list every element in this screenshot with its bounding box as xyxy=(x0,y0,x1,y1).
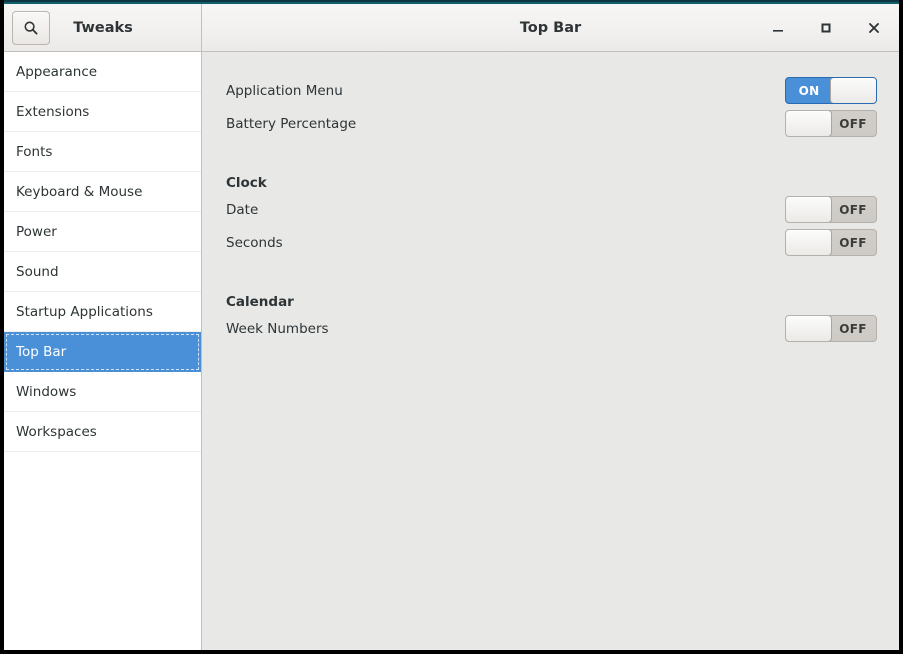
week-numbers-toggle[interactable]: OFF xyxy=(785,315,877,342)
sidebar-item-label: Power xyxy=(16,223,57,240)
sidebar-item-label: Keyboard & Mouse xyxy=(16,183,143,200)
content-area: Application Menu ON Battery Percentage O… xyxy=(202,52,899,650)
setting-control: OFF xyxy=(785,110,877,137)
sidebar-item-label: Startup Applications xyxy=(16,303,153,320)
application-menu-toggle[interactable]: ON xyxy=(785,77,877,104)
toggle-knob xyxy=(786,230,832,255)
sidebar-item-appearance[interactable]: Appearance xyxy=(4,52,201,92)
header-bar-left: Tweaks xyxy=(4,4,202,51)
sidebar-item-label: Appearance xyxy=(16,63,98,80)
setting-label: Week Numbers xyxy=(226,320,329,337)
sidebar-item-fonts[interactable]: Fonts xyxy=(4,132,201,172)
toggle-state-label: OFF xyxy=(839,235,867,250)
sidebar-item-label: Fonts xyxy=(16,143,53,160)
tweaks-window: Tweaks Top Bar Appearance Extensions Fon… xyxy=(0,0,903,654)
window-body: Appearance Extensions Fonts Keyboard & M… xyxy=(4,52,899,650)
date-toggle[interactable]: OFF xyxy=(785,196,877,223)
battery-percentage-toggle[interactable]: OFF xyxy=(785,110,877,137)
close-button[interactable] xyxy=(863,16,885,40)
setting-control: OFF xyxy=(785,196,877,223)
sidebar-item-workspaces[interactable]: Workspaces xyxy=(4,412,201,452)
header-bar: Tweaks Top Bar xyxy=(4,4,899,52)
setting-row-seconds: Seconds OFF xyxy=(226,226,877,259)
sidebar-item-label: Extensions xyxy=(16,103,90,120)
minimize-button[interactable] xyxy=(767,16,789,40)
sidebar: Appearance Extensions Fonts Keyboard & M… xyxy=(4,52,202,650)
setting-row-battery-percentage: Battery Percentage OFF xyxy=(226,107,877,140)
section-heading-calendar: Calendar xyxy=(226,294,294,310)
toggle-state-label: OFF xyxy=(839,321,867,336)
toggle-knob xyxy=(786,197,832,222)
toggle-state-label: ON xyxy=(798,83,820,98)
toggle-knob xyxy=(786,111,832,136)
setting-label: Battery Percentage xyxy=(226,115,357,132)
sidebar-item-power[interactable]: Power xyxy=(4,212,201,252)
sidebar-item-startup-applications[interactable]: Startup Applications xyxy=(4,292,201,332)
setting-label: Seconds xyxy=(226,234,283,251)
sidebar-item-label: Top Bar xyxy=(16,343,67,360)
toggle-knob xyxy=(786,316,832,341)
search-icon xyxy=(23,20,39,36)
sidebar-item-keyboard-mouse[interactable]: Keyboard & Mouse xyxy=(4,172,201,212)
sidebar-item-label: Sound xyxy=(16,263,59,280)
setting-label: Application Menu xyxy=(226,82,343,99)
setting-control: OFF xyxy=(785,315,877,342)
toggle-knob xyxy=(830,78,876,103)
window-controls xyxy=(767,16,899,40)
toggle-state-label: OFF xyxy=(839,202,867,217)
toggle-state-label: OFF xyxy=(839,116,867,131)
setting-control: ON xyxy=(785,77,877,104)
sidebar-item-windows[interactable]: Windows xyxy=(4,372,201,412)
sidebar-item-top-bar[interactable]: Top Bar xyxy=(4,332,201,372)
setting-control: OFF xyxy=(785,229,877,256)
setting-row-week-numbers: Week Numbers OFF xyxy=(226,312,877,345)
header-bar-right: Top Bar xyxy=(202,4,899,51)
sidebar-item-label: Workspaces xyxy=(16,423,97,440)
settings-list: Application Menu ON Battery Percentage O… xyxy=(202,52,899,345)
sidebar-item-sound[interactable]: Sound xyxy=(4,252,201,292)
maximize-button[interactable] xyxy=(815,16,837,40)
sidebar-item-extensions[interactable]: Extensions xyxy=(4,92,201,132)
setting-row-date: Date OFF xyxy=(226,193,877,226)
search-button[interactable] xyxy=(12,10,50,45)
section-heading-clock: Clock xyxy=(226,175,267,191)
sidebar-item-label: Windows xyxy=(16,383,77,400)
setting-row-application-menu: Application Menu ON xyxy=(226,74,877,107)
setting-label: Date xyxy=(226,201,259,218)
seconds-toggle[interactable]: OFF xyxy=(785,229,877,256)
